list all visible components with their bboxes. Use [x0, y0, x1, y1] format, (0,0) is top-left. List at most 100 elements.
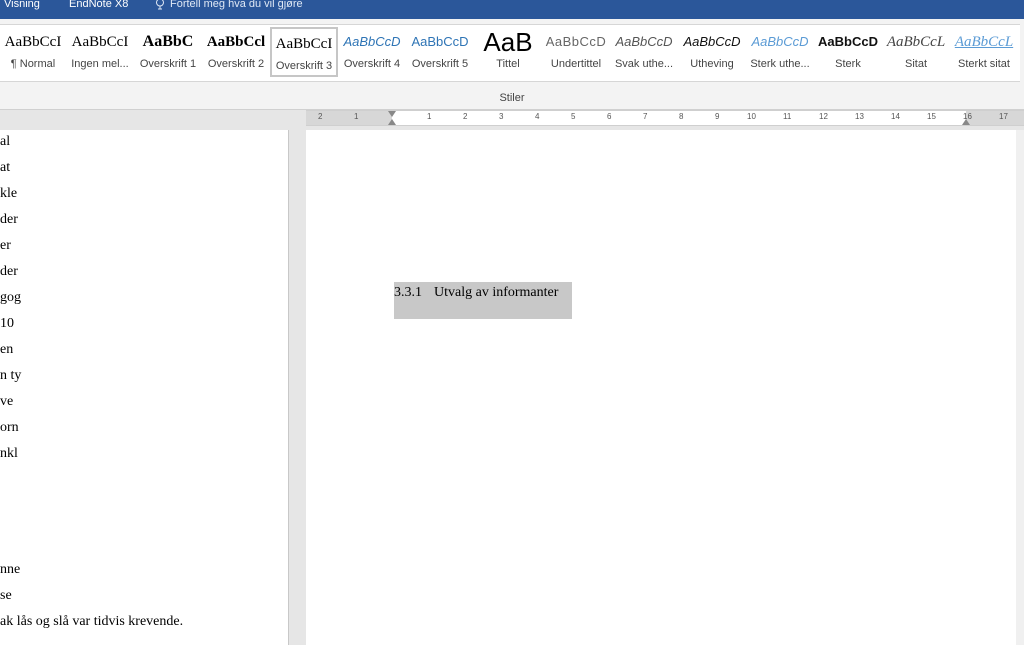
hanging-indent-marker[interactable] [388, 119, 396, 125]
style-label: Ingen mel... [71, 58, 129, 70]
heading-number: 3.3.1 [394, 285, 422, 300]
ruler-number: 4 [535, 112, 540, 121]
ribbon-tab-bar: Visning EndNote X8 Fortell meg hva du vi… [0, 0, 1024, 19]
style-preview: AaBbCcD [818, 34, 878, 49]
style-preview: AaBbCcD [545, 34, 607, 49]
styles-gallery: AaBbCcI ¶ Normal AaBbCcI Ingen mel... Aa… [0, 24, 1020, 82]
style-emphasis[interactable]: AaBbCcD Utheving [678, 27, 746, 77]
first-line-indent-marker[interactable] [388, 111, 396, 117]
style-label: Overskrift 3 [275, 60, 333, 72]
style-label: Tittel [496, 58, 520, 70]
ruler-number: 12 [819, 112, 828, 121]
ruler-right-margin [966, 111, 1024, 125]
text-line: gog [0, 290, 21, 305]
ruler-number: 17 [999, 112, 1008, 121]
style-preview: AaBbCcI [275, 36, 333, 52]
text-line: orn [0, 420, 19, 435]
style-preview: AaB [483, 27, 533, 57]
text-line: n ty [0, 368, 22, 383]
style-label: Sitat [904, 58, 927, 70]
horizontal-ruler[interactable]: 2 1 1 2 3 4 5 6 7 8 9 10 11 12 13 14 15 … [306, 110, 1024, 126]
text-line: ve [0, 394, 14, 409]
ruler-number: 2 [463, 112, 468, 121]
style-normal[interactable]: AaBbCcI ¶ Normal [0, 27, 66, 77]
style-label: Undertittel [550, 58, 602, 70]
style-label: Overskrift 2 [207, 58, 265, 70]
ruler-number: 1 [427, 112, 432, 121]
ruler-number: 1 [354, 112, 359, 121]
right-indent-marker[interactable] [962, 119, 970, 125]
style-heading-3[interactable]: AaBbCcI Overskrift 3 [270, 27, 338, 77]
text-line: er [0, 238, 11, 253]
text-line: der [0, 212, 18, 227]
text-line: se [0, 588, 12, 603]
text-line: en [0, 342, 14, 357]
style-preview: AaBbCcD [343, 34, 401, 49]
style-no-spacing[interactable]: AaBbCcI Ingen mel... [66, 27, 134, 77]
style-heading-2[interactable]: AaBbCcl Overskrift 2 [202, 27, 270, 77]
text-line: nkl [0, 446, 18, 461]
style-preview: AaBbCcl [206, 34, 266, 50]
ruler-number: 9 [715, 112, 720, 121]
ruler-number: 2 [318, 112, 323, 121]
tab-view[interactable]: Visning [4, 0, 40, 10]
style-quote[interactable]: AaBbCcL Sitat [882, 27, 950, 77]
style-intense-quote[interactable]: AaBbCcL Sterkt sitat [950, 27, 1018, 77]
style-preview: AaBbCcL [954, 34, 1014, 50]
text-line: at [0, 160, 11, 175]
text-line: ak lås og slå var tidvis krevende. [0, 614, 184, 629]
styles-group-label: Stiler [499, 92, 525, 104]
ruler-number: 15 [927, 112, 936, 121]
style-label: Overskrift 5 [411, 58, 469, 70]
style-preview: AaBbCcD [751, 34, 809, 49]
style-label: ¶ Normal [10, 58, 56, 70]
style-label: Overskrift 1 [139, 58, 197, 70]
style-label: Overskrift 4 [343, 58, 401, 70]
style-subtle-emphasis[interactable]: AaBbCcD Svak uthe... [610, 27, 678, 77]
tell-me-box[interactable]: Fortell meg hva du vil gjøre [155, 0, 303, 10]
text-line: 10 [0, 316, 14, 331]
style-title[interactable]: AaB Tittel [474, 27, 542, 77]
tab-endnote[interactable]: EndNote X8 [69, 0, 128, 10]
text-line: der [0, 264, 18, 279]
style-intense-emphasis[interactable]: AaBbCcD Sterk uthe... [746, 27, 814, 77]
text-line: kle [0, 186, 18, 201]
lightbulb-icon [156, 0, 164, 10]
document-page[interactable]: 3.3.1 Utvalg av informanter [306, 130, 1024, 645]
ruler-number: 10 [747, 112, 756, 121]
style-preview: AaBbCcL [886, 34, 946, 50]
style-label: Sterk uthe... [750, 58, 810, 70]
ruler-number: 7 [643, 112, 648, 121]
ruler-number: 6 [607, 112, 612, 121]
tell-me-text: Fortell meg hva du vil gjøre [170, 0, 303, 10]
ruler-number: 13 [855, 112, 864, 121]
text-line: nne [0, 562, 21, 577]
style-heading-5[interactable]: AaBbCcD Overskrift 5 [406, 27, 474, 77]
style-preview: AaBbCcD [683, 34, 741, 49]
style-label: Sterk [835, 58, 861, 70]
ruler-number: 3 [499, 112, 504, 121]
style-subtitle[interactable]: AaBbCcD Undertittel [542, 27, 610, 77]
style-preview: AaBbCcI [71, 34, 129, 50]
style-preview: AaBbCcD [411, 34, 469, 49]
text-line: al [0, 134, 11, 149]
heading-3-paragraph[interactable]: 3.3.1 Utvalg av informanter [394, 282, 572, 319]
vertical-scrollbar[interactable] [1016, 130, 1024, 645]
left-document-pane[interactable]: al at kle der er der gog 10 en n ty ve o… [0, 130, 288, 645]
style-heading-4[interactable]: AaBbCcD Overskrift 4 [338, 27, 406, 77]
heading-text: Utvalg av informanter [434, 285, 559, 300]
style-preview: AaBbCcI [4, 34, 62, 50]
ruler-number: 5 [571, 112, 576, 121]
ruler-number: 14 [891, 112, 900, 121]
pane-splitter[interactable] [288, 130, 306, 645]
ruler-number: 8 [679, 112, 684, 121]
ribbon: AaBbCcI ¶ Normal AaBbCcI Ingen mel... Aa… [0, 19, 1024, 110]
style-label: Utheving [690, 58, 734, 70]
style-label: Svak uthe... [614, 58, 674, 70]
style-label: Sterkt sitat [958, 58, 1010, 70]
ruler-number: 11 [783, 112, 792, 121]
style-preview: AaBbC [142, 33, 194, 50]
style-preview: AaBbCcD [615, 34, 673, 49]
style-strong[interactable]: AaBbCcD Sterk [814, 27, 882, 77]
style-heading-1[interactable]: AaBbC Overskrift 1 [134, 27, 202, 77]
